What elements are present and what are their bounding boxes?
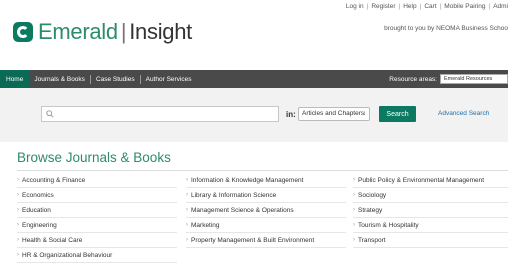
search-button[interactable]: Search (379, 106, 416, 122)
separator: | (419, 2, 422, 10)
nav-home[interactable]: Home (0, 70, 30, 88)
logo-separator: | (120, 19, 127, 44)
chevron-right-icon: › (353, 222, 355, 228)
site-logo[interactable]: Emerald | Insight (13, 17, 192, 47)
subject-link[interactable]: › Health & Social Care (17, 233, 177, 248)
admin-link[interactable]: Admi (493, 3, 508, 10)
chevron-right-icon: › (353, 192, 355, 198)
register-link[interactable]: Register (371, 3, 395, 10)
nav-case-studies[interactable]: Case Studies (91, 70, 140, 88)
subject-link[interactable]: › Education (17, 203, 177, 218)
search-input[interactable] (41, 106, 279, 122)
subject-link[interactable]: › Tourism & Hospitality (353, 218, 508, 233)
chevron-right-icon: › (186, 207, 188, 213)
chevron-right-icon: › (17, 237, 19, 243)
subject-column-3: › Public Policy & Environmental Managemen… (353, 173, 508, 248)
separator: | (366, 2, 369, 10)
subject-link[interactable]: › Sociology (353, 188, 508, 203)
chevron-right-icon: › (17, 177, 19, 183)
chevron-right-icon: › (353, 207, 355, 213)
chevron-right-icon: › (353, 177, 355, 183)
subject-link[interactable]: › Management Science & Operations (186, 203, 346, 218)
search-icon (46, 110, 54, 118)
subject-link[interactable]: › Marketing (186, 218, 346, 233)
divider (17, 170, 508, 171)
search-in-label: in: (286, 110, 296, 119)
search-scope-value: Articles and Chapters (302, 110, 365, 117)
subject-link[interactable]: › Engineering (17, 218, 177, 233)
nav-author-services[interactable]: Author Services (141, 70, 197, 88)
subject-link[interactable]: › Library & Information Science (186, 188, 346, 203)
subject-link[interactable]: › Economics (17, 188, 177, 203)
logo-insight: Insight (129, 19, 192, 44)
subject-link[interactable]: › Accounting & Finance (17, 173, 177, 188)
search-bar: in: Articles and Chapters ↕ Search Advan… (0, 88, 508, 142)
subject-link[interactable]: › Public Policy & Environmental Managemen… (353, 173, 508, 188)
select-arrows-icon: ↕ (363, 111, 366, 117)
logo-wordmark: Emerald | Insight (38, 19, 192, 45)
subject-link[interactable]: › HR & Organizational Behaviour (17, 248, 177, 263)
browse-title: Browse Journals & Books (17, 150, 171, 165)
subject-link[interactable]: › Transport (353, 233, 508, 248)
chevron-right-icon: › (17, 207, 19, 213)
separator: | (398, 2, 401, 10)
chevron-right-icon: › (353, 237, 355, 243)
nav-journals-books[interactable]: Journals & Books (29, 70, 90, 88)
chevron-right-icon: › (17, 222, 19, 228)
mobile-pairing-link[interactable]: Mobile Pairing (444, 3, 485, 10)
chevron-right-icon: › (186, 222, 188, 228)
resource-areas-select[interactable]: Emerald Resources (440, 74, 508, 84)
chevron-right-icon: › (17, 252, 19, 258)
subject-link[interactable]: › Strategy (353, 203, 508, 218)
chevron-right-icon: › (186, 177, 188, 183)
logo-emerald: Emerald (38, 19, 118, 44)
chevron-right-icon: › (186, 192, 188, 198)
advanced-search-link[interactable]: Advanced Search (438, 110, 489, 117)
subject-link[interactable]: › Information & Knowledge Management (186, 173, 346, 188)
emerald-logo-icon (13, 22, 33, 42)
login-link[interactable]: Log in (346, 3, 364, 10)
cart-link[interactable]: Cart (424, 3, 436, 10)
subject-column-1: › Accounting & Finance › Economics › Educat… (17, 173, 177, 263)
resource-areas-label: Resource areas: (389, 75, 437, 83)
chevron-right-icon: › (186, 237, 188, 243)
main-nav: Home Journals & Books Case Studies Autho… (0, 70, 508, 88)
institution-notice: brought to you by NEOMA Business Schoo (384, 25, 508, 32)
separator: | (488, 2, 491, 10)
search-scope-select[interactable]: Articles and Chapters ↕ (298, 107, 370, 121)
subject-column-2: › Information & Knowledge Management › Lib… (186, 173, 346, 248)
chevron-right-icon: › (17, 192, 19, 198)
separator: | (439, 2, 442, 10)
top-utility-links: Log in | Register | Help | Cart | Mobile… (346, 0, 508, 12)
subject-link[interactable]: › Property Management & Built Environment (186, 233, 346, 248)
help-link[interactable]: Help (403, 3, 416, 10)
